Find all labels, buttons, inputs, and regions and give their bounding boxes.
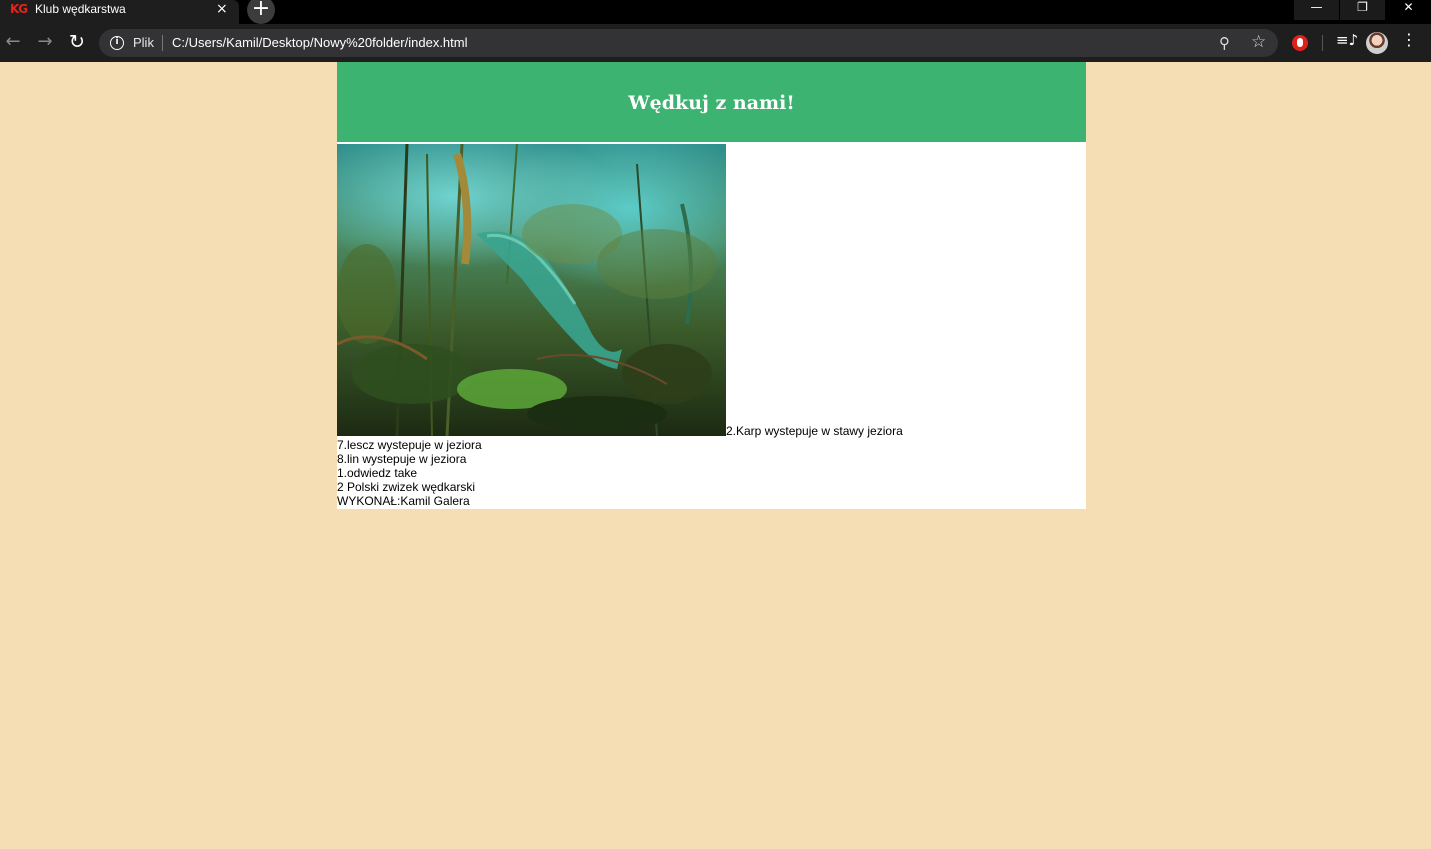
new-tab-button[interactable]: + [247, 0, 275, 24]
list-item: 7.lescz wystepuje w jeziora [337, 438, 482, 452]
toolbar-divider [1322, 35, 1323, 51]
header-banner: Wędkuj z nami! [337, 62, 1086, 142]
zoom-icon[interactable]: ⚲ [1219, 34, 1230, 52]
forward-button[interactable]: → [33, 31, 57, 55]
reload-button[interactable]: ↻ [65, 31, 89, 55]
scheme-label[interactable]: Plik [133, 35, 154, 50]
page-title: Wędkuj z nami! [628, 92, 795, 114]
tab-title: Klub wędkarstwa [35, 2, 126, 16]
menu-icon[interactable]: ⋮ [1401, 30, 1417, 49]
profile-avatar[interactable] [1366, 32, 1388, 54]
list-item: 1.odwiedz take [337, 466, 418, 480]
window-restore-button[interactable]: ❐ [1340, 0, 1385, 20]
site-info-icon[interactable]: i [110, 36, 124, 50]
photo-caption: 2.Karp wystepuje w stawy jeziora [726, 424, 903, 438]
back-button[interactable]: ← [1, 31, 25, 55]
omnibox-divider [162, 35, 163, 51]
window-minimize-button[interactable]: — [1294, 0, 1339, 20]
address-bar[interactable]: i Plik C:/Users/Kamil/Desktop/Nowy%20fol… [99, 29, 1278, 57]
url-text[interactable]: C:/Users/Kamil/Desktop/Nowy%20folder/ind… [172, 35, 468, 50]
bookmark-star-icon[interactable]: ☆ [1251, 32, 1266, 52]
browser-toolbar: ← → ↻ i Plik C:/Users/Kamil/Desktop/Nowy… [0, 24, 1431, 62]
media-controls-icon[interactable]: ≡♪ [1336, 31, 1358, 49]
browser-tab[interactable]: KG Klub wędkarstwa × [0, 0, 239, 24]
list-item: 2 Polski zwizek wędkarski [337, 480, 476, 494]
tab-strip: KG Klub wędkarstwa × + — ❐ ✕ [0, 0, 1431, 24]
page-content: Wędkuj z nami! 2.Karp wystepuje w stawy … [337, 62, 1086, 509]
tab-close-icon[interactable]: × [216, 1, 228, 17]
photo-illustration [337, 144, 717, 436]
list-item: 8.lin wystepuje w jeziora [337, 452, 467, 466]
fish-underwater-photo [337, 144, 726, 436]
author-credit: WYKONAŁ:Kamil Galera [337, 494, 470, 508]
window-close-button[interactable]: ✕ [1386, 0, 1431, 20]
site-favicon-icon: KG [10, 2, 28, 16]
opera-extension-icon[interactable] [1292, 35, 1308, 51]
